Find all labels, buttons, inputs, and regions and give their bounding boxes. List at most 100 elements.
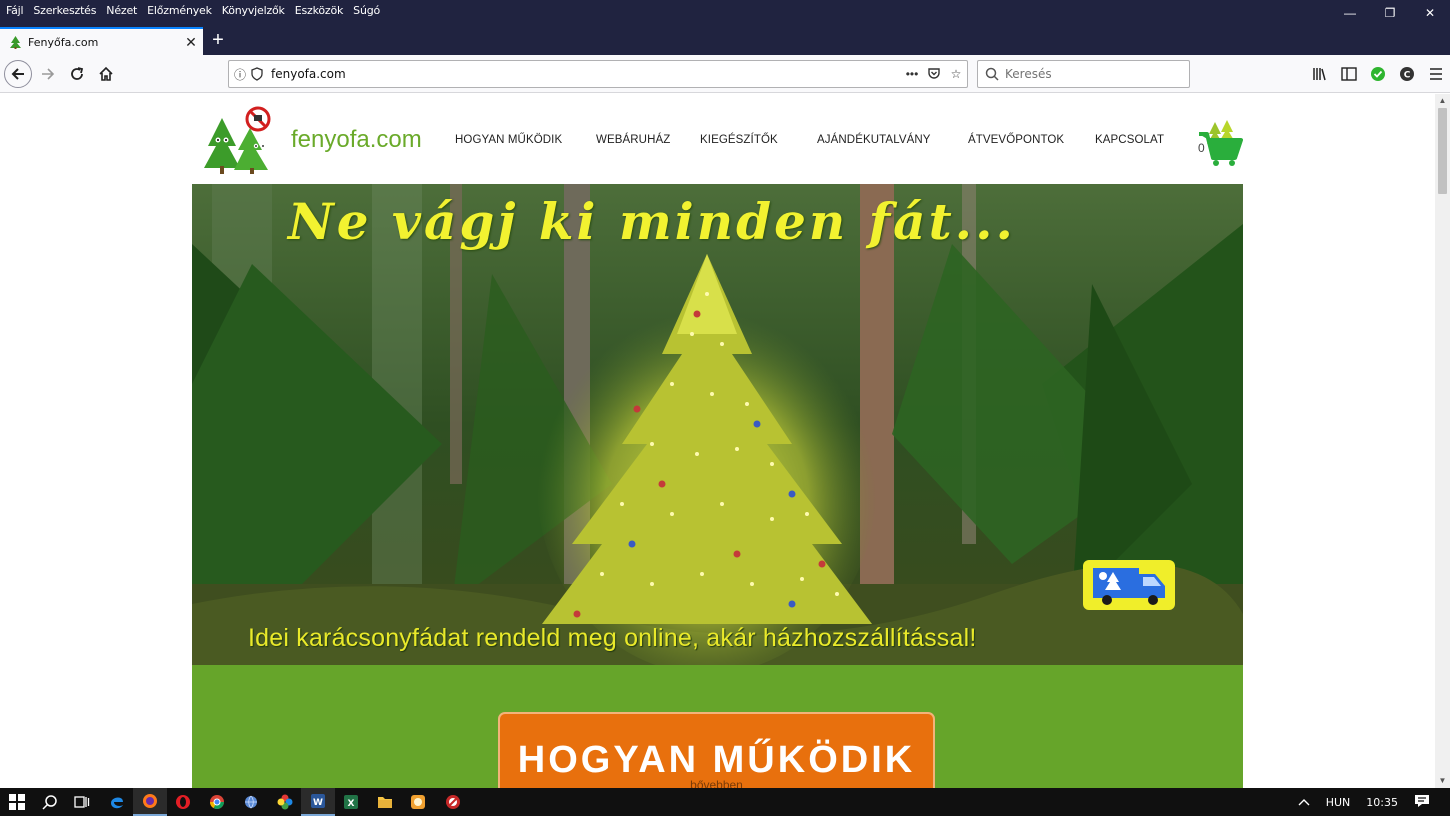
info-icon[interactable]: ⓘ bbox=[229, 66, 251, 83]
menu-history[interactable]: Előzmények bbox=[147, 4, 212, 17]
tab-bar: Fenyőfa.com ✕ + bbox=[0, 27, 1450, 55]
tab-fenyofa[interactable]: Fenyőfa.com ✕ bbox=[0, 27, 203, 55]
opera-icon bbox=[176, 795, 190, 809]
tab-close-icon[interactable]: ✕ bbox=[179, 34, 203, 51]
globe-icon bbox=[245, 795, 257, 809]
menu-tools[interactable]: Eszközök bbox=[295, 4, 344, 17]
taskbar-file-explorer[interactable] bbox=[368, 788, 402, 816]
minimize-button[interactable]: — bbox=[1330, 0, 1370, 26]
taskbar-globe-app[interactable] bbox=[234, 788, 268, 816]
taskbar-firefox[interactable] bbox=[133, 788, 167, 816]
svg-text:X: X bbox=[348, 799, 355, 809]
taskbar-edge[interactable] bbox=[100, 788, 134, 816]
language-indicator[interactable]: HUN bbox=[1326, 796, 1351, 809]
edge-icon bbox=[111, 797, 123, 809]
nav-pickup-points[interactable]: ÁTVEVŐPONTOK bbox=[968, 134, 1064, 146]
scroll-up-icon[interactable]: ▲ bbox=[1435, 94, 1450, 108]
how-it-works-title: HOGYAN MŰKÖDIK bbox=[517, 739, 916, 781]
nav-accessories[interactable]: KIEGÉSZÍTŐK bbox=[700, 134, 778, 146]
scroll-down-icon[interactable]: ▼ bbox=[1435, 774, 1450, 788]
library-button[interactable] bbox=[1305, 60, 1334, 88]
chrome-icon bbox=[210, 795, 224, 809]
taskbar-chrome[interactable] bbox=[200, 788, 234, 816]
search-input[interactable] bbox=[1005, 67, 1175, 81]
bookmark-star-icon[interactable]: ☆ bbox=[945, 67, 967, 81]
reload-button[interactable] bbox=[63, 60, 91, 88]
url-text[interactable]: fenyofa.com bbox=[271, 67, 901, 81]
extension-c-button[interactable]: C bbox=[1392, 60, 1421, 88]
tab-title: Fenyőfa.com bbox=[28, 35, 99, 49]
nav-gift-voucher[interactable]: AJÁNDÉKUTALVÁNY bbox=[817, 134, 931, 146]
search-box[interactable] bbox=[977, 60, 1190, 88]
cart-count: 0 bbox=[1198, 141, 1205, 155]
sidebar-button[interactable] bbox=[1334, 60, 1363, 88]
task-view-icon bbox=[74, 796, 90, 808]
notifications-icon[interactable] bbox=[1414, 794, 1430, 811]
page-scrollbar[interactable]: ▲ ▼ bbox=[1435, 94, 1450, 788]
tracking-shield-icon[interactable] bbox=[251, 67, 263, 81]
taskbar-search-button[interactable] bbox=[33, 788, 67, 816]
clock[interactable]: 10:35 bbox=[1366, 796, 1398, 809]
home-button[interactable] bbox=[92, 60, 120, 88]
hamburger-menu-button[interactable] bbox=[1421, 60, 1450, 88]
title-bar: Fájl Szerkesztés Nézet Előzmények Könyvj… bbox=[0, 0, 1450, 27]
page-viewport: fenyofa.com HOGYAN MŰKÖDIK WEBÁRUHÁZ KIE… bbox=[0, 94, 1435, 788]
menu-bookmarks[interactable]: Könyvjelzők bbox=[222, 4, 285, 17]
tree-mascot-logo-icon[interactable] bbox=[200, 106, 276, 176]
nav-contact[interactable]: KAPCSOLAT bbox=[1095, 134, 1164, 146]
tray-expand-icon[interactable] bbox=[1298, 796, 1310, 809]
hero-headline: Ne vágj ki minden fát... bbox=[288, 192, 1016, 251]
start-button[interactable] bbox=[0, 788, 34, 816]
taskbar-excel[interactable]: X bbox=[334, 788, 368, 816]
site-header: fenyofa.com HOGYAN MŰKÖDIK WEBÁRUHÁZ KIE… bbox=[192, 94, 1243, 178]
pocket-icon[interactable] bbox=[923, 67, 945, 81]
taskbar-image-viewer[interactable] bbox=[401, 788, 435, 816]
nav-how-it-works[interactable]: HOGYAN MŰKÖDIK bbox=[455, 134, 562, 146]
menu-help[interactable]: Súgó bbox=[353, 4, 380, 17]
c-extension-icon: C bbox=[1399, 67, 1414, 81]
delivery-truck-icon bbox=[1093, 568, 1165, 605]
forward-arrow-icon bbox=[42, 68, 55, 80]
windows-logo-icon bbox=[9, 794, 25, 810]
home-delivery-badge[interactable] bbox=[1083, 560, 1175, 610]
how-it-works-button[interactable]: HOGYAN MŰKÖDIK bővebben bbox=[498, 712, 935, 788]
close-window-button[interactable]: ✕ bbox=[1410, 0, 1450, 26]
scrollbar-thumb[interactable] bbox=[1438, 108, 1447, 194]
svg-text:C: C bbox=[1403, 71, 1410, 81]
navigation-bar: ⓘ fenyofa.com ••• ☆ C bbox=[0, 55, 1450, 93]
image-viewer-icon bbox=[411, 795, 425, 809]
reload-icon bbox=[71, 67, 84, 80]
taskbar-search-icon bbox=[42, 795, 57, 810]
windows-taskbar: W X HUN 10:35 bbox=[0, 788, 1450, 816]
nav-webshop[interactable]: WEBÁRUHÁZ bbox=[596, 134, 670, 146]
page-actions-icon[interactable]: ••• bbox=[901, 67, 923, 81]
read-more-link[interactable]: bővebben bbox=[500, 778, 933, 788]
menu-file[interactable]: Fájl bbox=[6, 4, 24, 17]
back-button[interactable] bbox=[4, 60, 32, 88]
firefox-icon bbox=[143, 794, 157, 808]
menu-edit[interactable]: Szerkesztés bbox=[33, 4, 96, 17]
site-container: fenyofa.com HOGYAN MŰKÖDIK WEBÁRUHÁZ KIE… bbox=[192, 94, 1243, 788]
menu-view[interactable]: Nézet bbox=[106, 4, 137, 17]
excel-icon: X bbox=[344, 795, 358, 809]
tree-favicon-icon bbox=[10, 35, 21, 49]
check-extension-icon bbox=[1370, 67, 1385, 81]
forward-button[interactable] bbox=[34, 60, 62, 88]
site-name[interactable]: fenyofa.com bbox=[291, 126, 422, 154]
pinwheel-icon bbox=[277, 794, 293, 810]
word-icon: W bbox=[311, 794, 325, 808]
taskbar-opera[interactable] bbox=[166, 788, 200, 816]
new-tab-button[interactable]: + bbox=[207, 29, 229, 51]
folder-icon bbox=[378, 797, 392, 808]
url-bar[interactable]: ⓘ fenyofa.com ••• ☆ bbox=[228, 60, 968, 88]
hero-tagline: Idei karácsonyfádat rendeld meg online, … bbox=[248, 624, 977, 652]
taskbar-media-app[interactable] bbox=[436, 788, 470, 816]
extension-check-button[interactable] bbox=[1363, 60, 1392, 88]
search-icon bbox=[985, 67, 999, 81]
taskbar-word[interactable]: W bbox=[301, 788, 335, 816]
menu-bar: Fájl Szerkesztés Nézet Előzmények Könyvj… bbox=[0, 0, 390, 20]
how-it-works-section: HOGYAN MŰKÖDIK bővebben bbox=[192, 665, 1243, 788]
task-view-button[interactable] bbox=[65, 788, 99, 816]
restore-button[interactable]: ❐ bbox=[1370, 0, 1410, 26]
taskbar-photos[interactable] bbox=[268, 788, 302, 816]
